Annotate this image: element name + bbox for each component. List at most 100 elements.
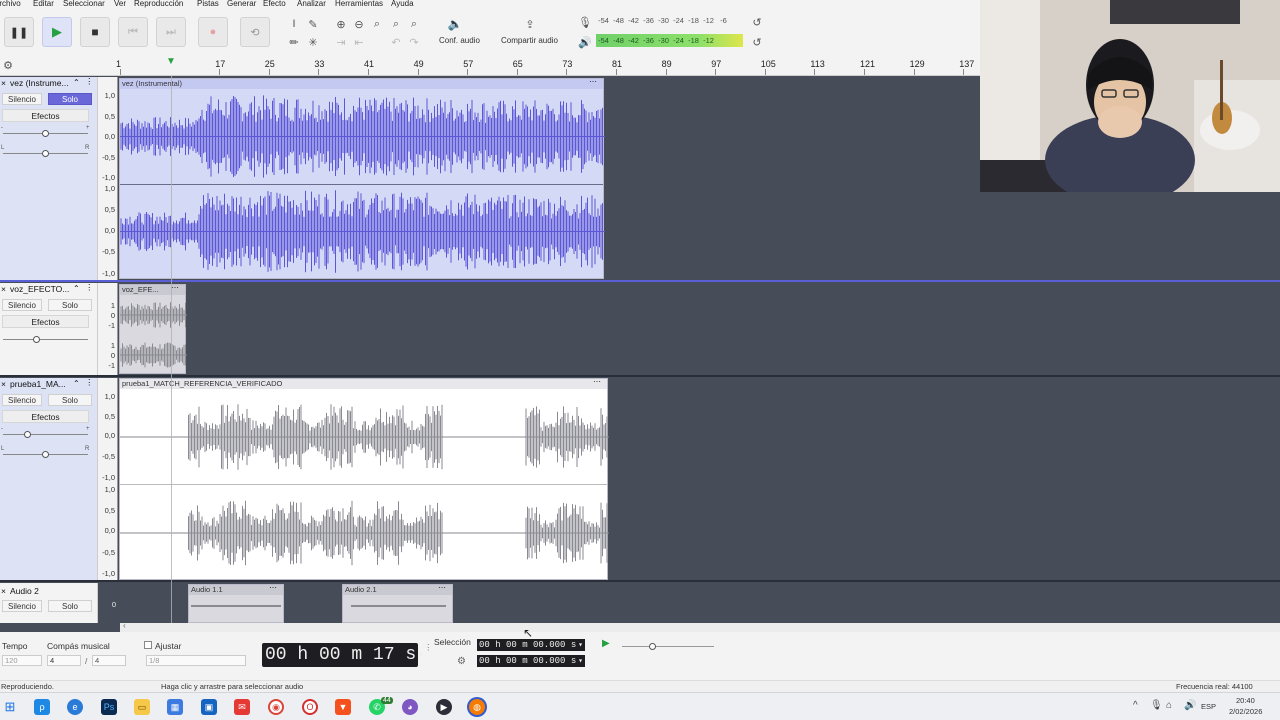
menu-archivo[interactable]: Archivo	[0, 0, 21, 8]
tempo-input[interactable]: 120	[2, 655, 42, 666]
tray-time[interactable]: 20:40	[1236, 696, 1255, 705]
menu-efecto[interactable]: Efecto	[263, 0, 286, 8]
solo-button[interactable]: Solo	[48, 299, 92, 311]
selection-end-time[interactable]: 00 h 00 m 00.000 s ▾	[477, 655, 585, 667]
clip-title[interactable]: Audio 2.1	[343, 585, 452, 595]
mute-button[interactable]: Silencio	[2, 299, 42, 311]
pause-button[interactable]: ❚❚	[4, 17, 34, 47]
clip-menu-icon[interactable]: ⋯	[269, 583, 277, 592]
snap-checkbox[interactable]	[144, 641, 152, 649]
menu-editar[interactable]: Editar	[33, 0, 54, 8]
stop-button[interactable]: ■	[80, 17, 110, 47]
photoshop-express-icon[interactable]: ρ	[34, 699, 50, 715]
track-name[interactable]: voz_EFECTO...	[10, 284, 69, 294]
clip-title[interactable]: prueba1_MATCH_REFERENCIA_VERIFICADO	[120, 379, 607, 389]
clip-menu-icon[interactable]: ⋯	[438, 583, 446, 592]
menu-reproduccion[interactable]: Reproducción	[134, 0, 183, 8]
track-name[interactable]: vez (Instrume...	[10, 78, 69, 88]
mute-button[interactable]: Silencio	[2, 93, 42, 105]
tray-date[interactable]: 2/02/2026	[1229, 707, 1262, 716]
tray-volume-icon[interactable]: 🔊	[1184, 700, 1196, 711]
edge-icon[interactable]: e	[67, 699, 83, 715]
clip-audio-1-1[interactable]: Audio 1.1 ⋯	[188, 583, 284, 623]
time-sig-denominator[interactable]: 4	[92, 655, 126, 666]
silence-icon[interactable]: ⇤	[351, 34, 367, 50]
file-explorer-icon[interactable]: ▭	[134, 699, 150, 715]
tray-mic-icon[interactable]: 🎙	[1150, 700, 1163, 711]
track-name[interactable]: prueba1_MA...	[10, 379, 66, 389]
store-icon[interactable]: ▣	[201, 699, 217, 715]
clip-prueba1[interactable]: prueba1_MATCH_REFERENCIA_VERIFICADO ⋯	[119, 377, 609, 580]
track-menu-icon[interactable]: ⋮	[85, 282, 94, 293]
tray-chevron-icon[interactable]: ^	[1133, 700, 1138, 711]
track-name[interactable]: Audio 2	[10, 586, 39, 596]
track-panel-instrumental[interactable]: × vez (Instrume... ⌃ ⋮ Silencio Solo Efecto…	[0, 76, 98, 280]
pan-slider[interactable]: LR	[1, 446, 89, 458]
time-sig-numerator[interactable]: 4	[47, 655, 81, 666]
menu-ver[interactable]: Ver	[114, 0, 126, 8]
clip-title[interactable]: vez (Instrumental)	[120, 79, 603, 89]
selection-start-time[interactable]: 00 h 00 m 00.000 s ▾	[477, 639, 585, 651]
mute-button[interactable]: Silencio	[2, 394, 42, 406]
playback-speed-slider[interactable]	[622, 643, 714, 650]
multi-tool-icon[interactable]: ✳	[305, 34, 321, 50]
brave-icon[interactable]: ▼	[335, 699, 351, 715]
clip-voz-efecto[interactable]: voz_EFE... ⋯	[119, 283, 187, 374]
timeline-settings-icon[interactable]: ⚙	[0, 57, 16, 73]
play-at-speed-icon[interactable]: ▶	[602, 638, 610, 649]
close-track-icon[interactable]: ×	[1, 284, 6, 294]
pan-slider[interactable]: LR	[1, 145, 89, 157]
menu-seleccionar[interactable]: Seleccionar	[63, 0, 105, 8]
undo-icon[interactable]: ↶	[388, 34, 404, 50]
menu-herramientas[interactable]: Herramientas	[335, 0, 383, 8]
time-display[interactable]: 00 h 00 m 17 s ▾	[262, 643, 424, 667]
tray-network-icon[interactable]: ⌂	[1166, 700, 1172, 711]
menu-generar[interactable]: Generar	[227, 0, 256, 8]
clip-audio-2-1[interactable]: Audio 2.1 ⋯	[342, 583, 453, 623]
select-tool-icon[interactable]: I	[286, 16, 302, 32]
loop-button[interactable]: ⟲	[240, 17, 270, 47]
play-button[interactable]: ▶	[42, 17, 72, 47]
solo-button[interactable]: Solo	[48, 93, 92, 105]
solo-button[interactable]: Solo	[48, 394, 92, 406]
gain-slider[interactable]: - +	[1, 426, 90, 438]
track-panel-voz-efecto[interactable]: × voz_EFECTO... ⌃ ⋮ Silencio Solo Efectos	[0, 282, 98, 375]
audio-setup-button[interactable]: Conf. audio	[439, 36, 480, 45]
trim-icon[interactable]: ⇥	[333, 34, 349, 50]
clip-menu-icon[interactable]: ⋯	[593, 377, 601, 386]
skip-end-button[interactable]: ⏭	[156, 17, 186, 47]
draw-tool-icon[interactable]: ✏	[286, 34, 302, 50]
track-panel-prueba1[interactable]: × prueba1_MA... ⌃ ⋮ Silencio Solo Efectos -…	[0, 377, 98, 580]
collapse-icon[interactable]: ⌃	[73, 379, 80, 388]
menu-pistas[interactable]: Pistas	[197, 0, 219, 8]
playhead-marker-icon[interactable]: ▼	[166, 56, 176, 67]
speaker-icon[interactable]: 🔈	[447, 16, 463, 32]
media-player-icon[interactable]: ▶	[436, 699, 452, 715]
record-button[interactable]: ●	[198, 17, 228, 47]
timeline-ruler[interactable]: 1 17 25 33 41 49 57 65 73 81 89 97 105 113 121 129 137	[116, 54, 983, 76]
clip-instrumental[interactable]: vez (Instrumental) ⋯	[119, 77, 605, 279]
effects-button[interactable]: Efectos	[2, 410, 89, 423]
audacity-icon[interactable]: ◍	[469, 699, 485, 715]
tray-language[interactable]: ESP	[1201, 702, 1216, 711]
envelope-tool-icon[interactable]: ✎	[305, 16, 321, 32]
windows-start-icon[interactable]: ⊞	[2, 699, 18, 715]
menu-analizar[interactable]: Analizar	[297, 0, 326, 8]
effects-button[interactable]: Efectos	[2, 109, 89, 122]
selection-settings-icon[interactable]: ⚙	[457, 656, 466, 667]
mail-icon[interactable]: ✉	[234, 699, 250, 715]
zoom-toggle-icon[interactable]: ⌕	[406, 16, 422, 32]
discord-icon[interactable]: ◕	[402, 699, 418, 715]
share-icon[interactable]: ⇪	[522, 16, 538, 32]
play-meter-reset-icon[interactable]: ↺	[749, 34, 765, 50]
solo-button[interactable]: Solo	[48, 600, 92, 612]
clip-menu-icon[interactable]: ⋯	[589, 77, 597, 86]
photoshop-icon[interactable]: Ps	[101, 699, 117, 715]
skip-start-button[interactable]: ⏮	[118, 17, 148, 47]
opera-icon[interactable]: O	[302, 699, 318, 715]
gain-slider[interactable]	[3, 336, 88, 343]
record-meter[interactable]: -54 -48 -42 -36 -30 -24 -18 -12 -6	[596, 15, 731, 26]
record-meter-reset-icon[interactable]: ↺	[749, 14, 765, 30]
snap-select[interactable]: 1/8	[146, 655, 246, 666]
share-audio-button[interactable]: Compartir audio	[501, 36, 558, 45]
